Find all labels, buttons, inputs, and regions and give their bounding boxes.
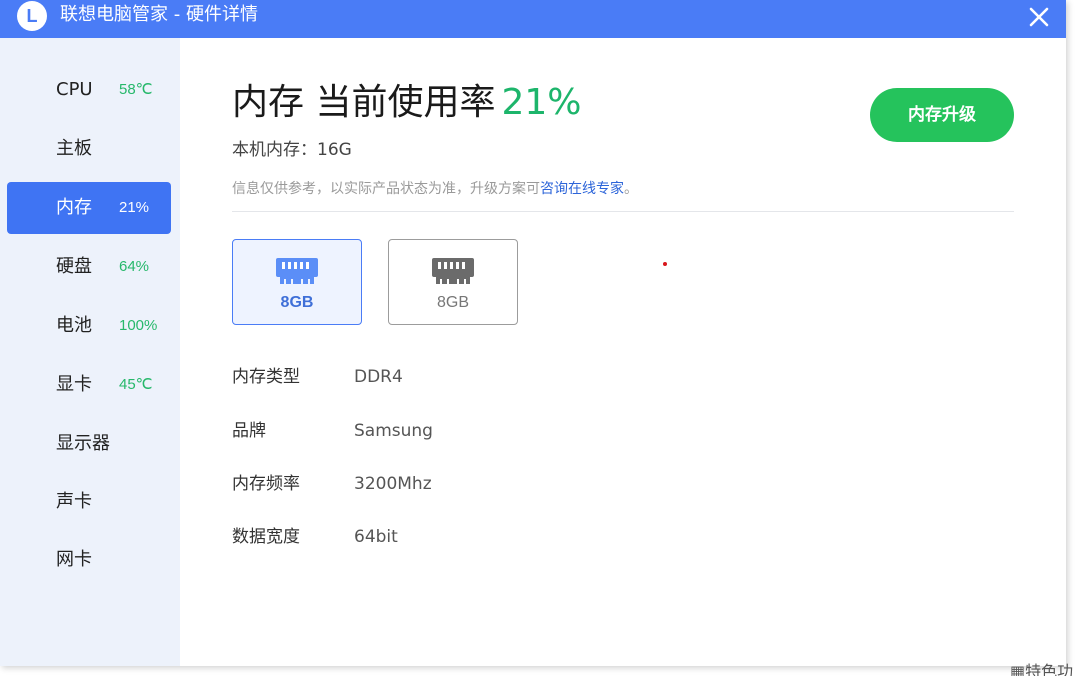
online-expert-link[interactable]: 咨询在线专家 [540,181,624,197]
spec-key: 内存类型 [232,367,300,387]
spec-key: 内存频率 [232,474,300,494]
sidebar-item-disk[interactable]: 硬盘 64% [7,241,171,293]
memory-module-size: 8GB [280,294,314,311]
sidebar-item-label: 内存 [56,197,92,218]
notice-end: 。 [624,181,638,197]
logo-letter: L [26,6,38,26]
grid-icon: ▦ [1010,662,1026,676]
memory-module-card-2[interactable]: 8GB [388,239,518,325]
sidebar-item-network-card[interactable]: 网卡 [7,534,171,586]
sidebar-item-memory[interactable]: 内存 21% [7,182,171,234]
sidebar-item-value: 21% [119,199,150,216]
page-title: 内存 当前使用率 21% [232,80,581,126]
sidebar-item-label: 显卡 [56,374,92,395]
sidebar-item-label: CPU [56,79,93,100]
divider [232,211,1014,212]
sidebar-item-value: 58℃ [119,81,153,98]
sidebar: CPU 58℃ 主板 内存 21% 硬盘 64% 电池 100% 显卡 45℃ … [0,38,180,666]
sidebar-item-motherboard[interactable]: 主板 [7,123,171,175]
spec-key: 数据宽度 [232,527,300,547]
cursor-dot [663,262,667,266]
sidebar-item-value: 64% [119,258,150,275]
spec-value: DDR4 [354,367,403,387]
sidebar-item-value: 100% [119,317,158,334]
sidebar-item-battery[interactable]: 电池 100% [7,300,171,352]
close-icon [1029,7,1049,27]
sidebar-item-label: 主板 [56,138,92,159]
taskbar-hint: ▦特色功 [1010,662,1073,676]
main-content: 内存 当前使用率 21% 内存升级 本机内存：16G 信息仅供参考，以实际产品状态… [180,38,1066,666]
sidebar-item-label: 电池 [56,315,92,336]
sidebar-item-label: 网卡 [56,549,92,570]
app-window: L 联想电脑管家 - 硬件详情 CPU 58℃ 主板 内存 21% 硬盘 64%… [0,0,1066,666]
memory-usage-percent: 21% [501,82,582,123]
memory-upgrade-button[interactable]: 内存升级 [870,88,1014,142]
spec-value: Samsung [354,421,433,441]
close-button[interactable] [1026,4,1052,30]
installed-memory: 本机内存：16G [232,140,352,160]
sidebar-item-value: 45℃ [119,376,153,393]
page-title-text: 内存 当前使用率 [232,82,496,123]
sidebar-item-gpu[interactable]: 显卡 45℃ [7,359,171,411]
memory-stick-icon [276,258,318,284]
spec-key: 品牌 [232,421,266,441]
sidebar-item-cpu[interactable]: CPU 58℃ [7,64,171,116]
notice-text: 信息仅供参考，以实际产品状态为准，升级方案可 [232,181,540,197]
sidebar-item-display[interactable]: 显示器 [7,418,171,470]
taskbar-hint-text: 特色功 [1025,662,1074,676]
app-logo: L [17,1,47,31]
sidebar-item-label: 硬盘 [56,256,92,277]
sidebar-item-label: 声卡 [56,491,92,512]
spec-value: 64bit [354,527,398,547]
memory-module-card-1[interactable]: 8GB [232,239,362,325]
sidebar-item-label: 显示器 [56,433,110,454]
spec-value: 3200Mhz [354,474,432,494]
title-bar[interactable]: L 联想电脑管家 - 硬件详情 [0,0,1066,38]
sidebar-item-sound-card[interactable]: 声卡 [7,476,171,528]
memory-module-size: 8GB [436,294,469,311]
info-notice: 信息仅供参考，以实际产品状态为准，升级方案可咨询在线专家。 [232,178,638,200]
memory-stick-icon [432,258,474,284]
window-title: 联想电脑管家 - 硬件详情 [60,4,258,25]
